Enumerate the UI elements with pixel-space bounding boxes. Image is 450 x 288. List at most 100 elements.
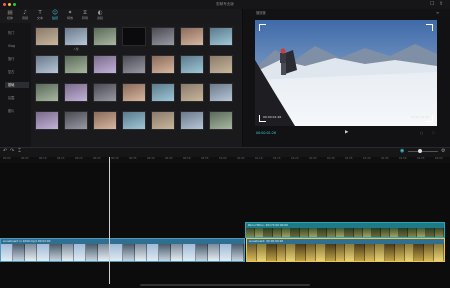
sticker-thumbnail[interactable]: [35, 83, 59, 102]
menu-icon[interactable]: ≡: [436, 10, 439, 15]
ruler-tick: 00:45: [165, 157, 173, 160]
film-frame: [296, 244, 307, 261]
sticker-thumbnail[interactable]: [64, 27, 88, 46]
ruler-tick: 00:30: [111, 157, 119, 160]
sticker-thumbnail[interactable]: [64, 111, 88, 130]
undo-icon[interactable]: ↶: [3, 148, 7, 154]
film-frame: [426, 228, 435, 237]
gold-clip[interactable]: snowboard: 30 00:00:20: [246, 238, 445, 262]
film-frame: [266, 244, 277, 261]
sticker-thumbnail[interactable]: [180, 55, 204, 74]
sticker-thumbnail[interactable]: [93, 111, 117, 130]
sticker-thumbnail[interactable]: [93, 27, 117, 46]
sticker-thumbnail[interactable]: [35, 111, 59, 130]
sticker-thumbnail[interactable]: [122, 83, 146, 102]
tool-transition[interactable]: ⧖ 转场: [79, 10, 91, 22]
sticker-thumbnail[interactable]: [209, 27, 233, 46]
sticker-thumbnail[interactable]: [122, 27, 146, 46]
tool-effects[interactable]: ✦ 特效: [64, 10, 76, 22]
sticker-thumbnail[interactable]: [151, 111, 175, 130]
ruler-tick: 00:50: [183, 157, 191, 160]
redo-icon[interactable]: ↷: [10, 148, 14, 154]
minimize-window-icon[interactable]: [8, 3, 11, 6]
film-frame: [408, 228, 417, 237]
film-frame: [374, 244, 385, 261]
bell-icon[interactable]: ☐: [430, 1, 434, 7]
film-frame: [195, 244, 208, 261]
sticker-thumbnail[interactable]: [122, 111, 146, 130]
ratio-icon[interactable]: ▢: [420, 131, 423, 135]
film-frame: [354, 228, 363, 237]
film-frame: [49, 244, 62, 261]
film-frame: [434, 244, 444, 261]
film-frame: [336, 228, 345, 237]
export-icon[interactable]: ⇪: [439, 1, 443, 7]
sticker-thumbnail[interactable]: [180, 83, 204, 102]
split-icon[interactable]: ⌶: [18, 148, 21, 154]
ruler-tick: 00:20: [75, 157, 83, 160]
ruler-tick: 01:45: [381, 157, 389, 160]
sidebar-item[interactable]: 胶片: [5, 108, 29, 114]
sidebar-item[interactable]: 热门: [5, 30, 29, 36]
overlay-clip[interactable]: Paris Hilton: 20170 00:00:00: [245, 222, 445, 238]
preview-video[interactable]: 00:00:01:26 00:00:16:26: [255, 20, 437, 126]
tool-filter[interactable]: ◐ 滤镜: [94, 10, 106, 22]
tool-media[interactable]: ▤ 媒体: [4, 10, 16, 22]
film-frame: [435, 228, 444, 237]
sticker-thumbnail[interactable]: [64, 55, 88, 74]
ruler-tick: 01:25: [309, 157, 317, 160]
tool-audio[interactable]: ♪ 音频: [19, 10, 31, 22]
ruler-tick: 01:55: [417, 157, 425, 160]
ruler-tick: 00:25: [93, 157, 101, 160]
film-frame: [13, 244, 26, 261]
film-frame: [110, 244, 123, 261]
ruler-tick: 00:05: [21, 157, 29, 160]
timeline-scrollbar[interactable]: [140, 284, 310, 286]
tool-sticker[interactable]: ☺ 贴纸: [49, 10, 61, 22]
fullscreen-icon[interactable]: ⛶: [432, 131, 434, 135]
film-frame: [122, 244, 135, 261]
sticker-thumbnail[interactable]: [64, 83, 88, 102]
film-frame: [286, 244, 297, 261]
maximize-window-icon[interactable]: [13, 3, 16, 6]
main-video-clip[interactable]: snowboard in 1000.mp4 00:02:00: [0, 238, 245, 262]
sticker-thumbnail[interactable]: [122, 55, 146, 74]
settings-icon[interactable]: ⚙: [441, 148, 445, 154]
film-frame: [207, 244, 220, 261]
magnet-icon[interactable]: ◉: [400, 148, 404, 154]
film-frame: [282, 228, 291, 237]
sticker-thumbnail[interactable]: [180, 27, 204, 46]
film-frame: [273, 228, 282, 237]
film-frame: [318, 228, 327, 237]
sticker-thumbnail[interactable]: [93, 55, 117, 74]
playhead[interactable]: [109, 157, 110, 284]
sticker-thumbnail[interactable]: [209, 83, 233, 102]
sidebar-item[interactable]: 旅行: [5, 56, 29, 62]
zoom-slider[interactable]: [408, 151, 438, 152]
sticker-thumbnail[interactable]: [209, 55, 233, 74]
sticker-thumbnail[interactable]: [151, 27, 175, 46]
film-frame: [183, 244, 196, 261]
sticker-thumbnail[interactable]: [151, 55, 175, 74]
ruler-tick: 00:40: [147, 157, 155, 160]
sticker-label: 人像: [73, 48, 79, 51]
sidebar-item[interactable]: 复古: [5, 69, 29, 75]
ruler-tick: 00:55: [201, 157, 209, 160]
zoom-slider-handle[interactable]: [418, 149, 422, 153]
tool-label: 媒体: [6, 16, 13, 20]
play-icon[interactable]: ▶: [345, 130, 348, 135]
sidebar-item[interactable]: 基础: [5, 82, 29, 88]
sticker-thumbnail[interactable]: [35, 55, 59, 74]
sticker-thumbnail[interactable]: [209, 111, 233, 130]
sticker-thumbnail[interactable]: [35, 27, 59, 46]
sticker-thumbnail[interactable]: [180, 111, 204, 130]
tool-text[interactable]: T 文本: [34, 10, 46, 22]
close-window-icon[interactable]: [3, 3, 6, 6]
sidebar-item[interactable]: 氛围: [5, 95, 29, 101]
film-frame: [306, 244, 316, 261]
film-frame: [355, 244, 366, 261]
sticker-thumbnail[interactable]: [151, 83, 175, 102]
sidebar-item[interactable]: Vlog: [5, 43, 29, 49]
ruler-tick: 01:30: [327, 157, 335, 160]
sticker-thumbnail[interactable]: [93, 83, 117, 102]
